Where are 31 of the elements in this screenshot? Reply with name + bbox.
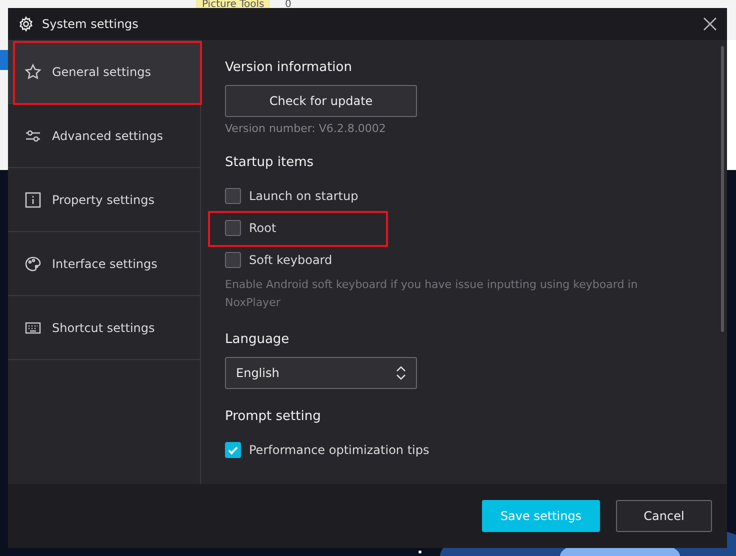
section-heading: Language: [225, 332, 290, 347]
checkbox-label: Launch on startup: [249, 189, 358, 203]
section-heading: Prompt setting: [225, 409, 322, 424]
close-icon[interactable]: [703, 17, 717, 31]
sidebar-item[interactable]: Shortcut settings: [8, 296, 200, 360]
updown-icon: [396, 365, 406, 381]
checkbox-label: Performance optimization tips: [249, 443, 430, 457]
sidebar-item[interactable]: General settings: [8, 40, 200, 104]
checkbox-label: Root: [249, 221, 276, 235]
hint-text: Enable Android soft keyboard if you have issue inputting using keyboard in NoxPlayer: [225, 277, 639, 311]
sidebar-item[interactable]: Advanced settings: [8, 104, 200, 168]
info-icon: [24, 190, 42, 208]
checkbox[interactable]: [225, 220, 241, 236]
checkbox[interactable]: [225, 442, 241, 458]
scrollbar[interactable]: [721, 46, 724, 332]
version-text: Version number: V6.2.8.0002: [225, 122, 387, 135]
sidebar-item[interactable]: Property settings: [8, 168, 200, 232]
section-heading: Startup items: [225, 155, 315, 170]
checkbox[interactable]: [225, 188, 241, 204]
check-icon: [227, 444, 239, 456]
checkbox-label: Soft keyboard: [249, 253, 332, 267]
palette-icon: [24, 254, 42, 272]
language-dropdown[interactable]: English: [225, 357, 417, 389]
window-title: System settings: [42, 17, 140, 31]
checkbox[interactable]: [225, 252, 241, 268]
section-heading: Version information: [225, 60, 353, 75]
cancel-button[interactable]: Cancel: [616, 500, 712, 532]
update-button[interactable]: Check for update: [225, 85, 417, 117]
sidebar-item[interactable]: Interface settings: [8, 232, 200, 296]
gear-icon: [18, 16, 34, 32]
star-icon: [24, 62, 42, 80]
